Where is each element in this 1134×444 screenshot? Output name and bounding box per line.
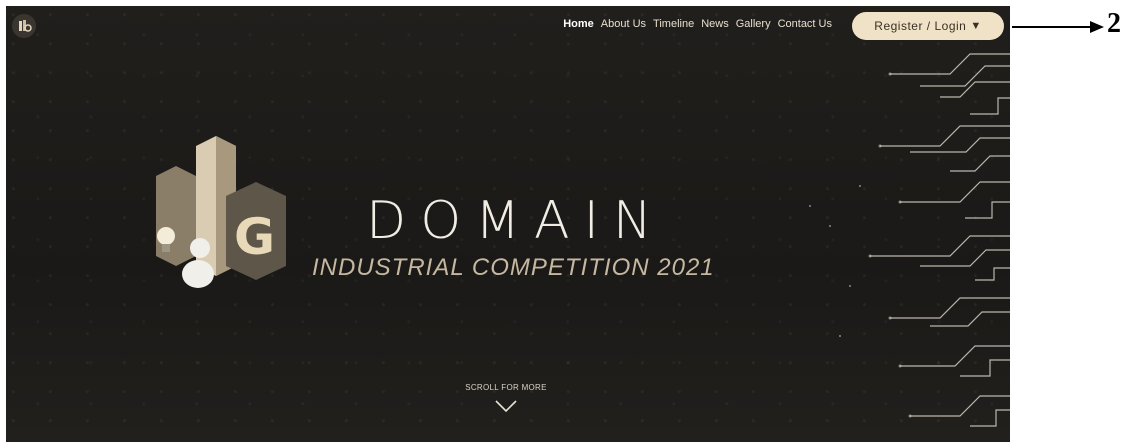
annotation-arrow-icon [1012,21,1104,33]
annotation-number: 2 [1107,8,1121,39]
nav-item-news[interactable]: News [701,18,729,30]
caret-down-icon: ▼ [970,20,982,32]
logo-icon[interactable] [12,14,36,38]
nav-item-about-us[interactable]: About Us [601,18,646,30]
top-nav: Home About Us Timeline News Gallery Cont… [6,6,1010,46]
svg-text:G: G [234,208,275,266]
nav-item-timeline[interactable]: Timeline [653,18,694,30]
hero-title: DOMAIN [366,191,666,251]
nav-item-contact-us[interactable]: Contact Us [778,18,832,30]
main-menu: Home About Us Timeline News Gallery Cont… [563,18,832,30]
nav-item-gallery[interactable]: Gallery [736,18,771,30]
hero-screen: G Home About Us Timeline News Gallery Co… [6,6,1010,442]
nav-item-home[interactable]: Home [563,18,594,30]
hero-illustration: G [156,136,286,288]
register-login-label: Register / Login [874,19,967,33]
hero-subtitle: INDUSTRIAL COMPETITION 2021 [312,254,715,281]
chevron-down-icon[interactable] [495,400,517,412]
circuit-decoration [809,53,1010,427]
register-login-button[interactable]: Register / Login ▼ [852,12,1004,40]
scroll-for-more-label[interactable]: SCROLL FOR MORE [446,383,566,392]
